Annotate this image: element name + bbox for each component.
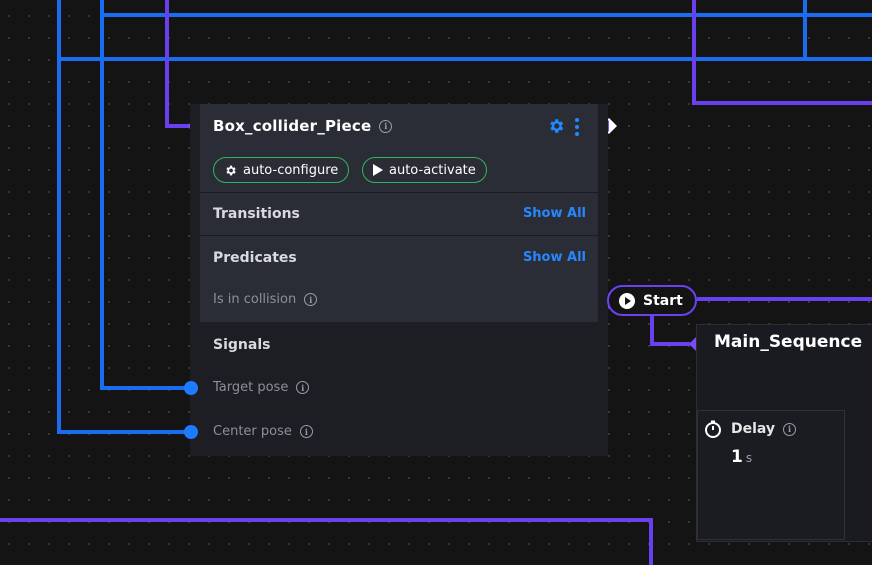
signal-center-pose: Center pose i [213,424,313,439]
node-title: Box_collider_Piece [213,117,372,135]
target-pose-port[interactable] [184,381,198,395]
timer-icon [705,420,721,438]
wire-blue-mid [57,0,872,61]
node-title-row: Box_collider_Piece i [213,116,393,136]
box-collider-node[interactable]: Box_collider_Piece i auto-configure auto… [184,104,608,456]
divider [200,192,598,193]
delay-label: Delay [731,421,776,437]
sequence-title: Main_Sequence [714,332,863,352]
predicate-label: Is in collision [213,292,297,307]
info-icon[interactable]: i [304,293,318,306]
wire-blue-top [100,0,872,17]
wire-center-pose [57,59,190,434]
signal-target-pose: Target pose i [213,380,310,395]
delay-unit: s [745,451,753,465]
delay-label-row: Delay i [731,421,797,437]
transitions-show-all-link[interactable]: Show All [523,206,586,221]
signal-label: Center pose [213,424,292,439]
center-pose-port[interactable] [184,425,198,439]
tag-label: auto-activate [389,162,476,178]
delay-value[interactable]: 1 [731,447,743,467]
more-options-icon[interactable] [574,118,580,136]
info-icon[interactable]: i [296,381,310,394]
delay-value-row: 1s [731,447,752,467]
play-circle-icon [619,292,635,309]
play-icon [373,164,383,176]
tag-auto-activate[interactable]: auto-activate [362,157,487,183]
signals-heading: Signals [213,337,271,353]
tag-label: auto-configure [243,162,339,178]
transitions-heading: Transitions [213,206,300,222]
info-icon[interactable]: i [379,119,393,133]
start-button-label: Start [643,292,683,309]
predicates-show-all-link[interactable]: Show All [523,250,586,265]
wire-start-seq [650,316,690,346]
predicate-is-in-collision: Is in collision i [213,292,318,307]
info-icon[interactable]: i [299,425,313,438]
wire-target-pose [100,15,190,390]
start-button[interactable]: Start [607,285,697,316]
tag-auto-configure[interactable]: auto-configure [213,157,350,183]
info-icon[interactable]: i [783,422,797,436]
gear-icon[interactable] [547,117,565,135]
divider [200,235,598,236]
wire-purple-bottom [0,518,653,565]
wire-purple-input [165,0,190,128]
signal-label: Target pose [213,380,289,395]
gear-icon [226,165,236,175]
predicates-heading: Predicates [213,250,297,266]
